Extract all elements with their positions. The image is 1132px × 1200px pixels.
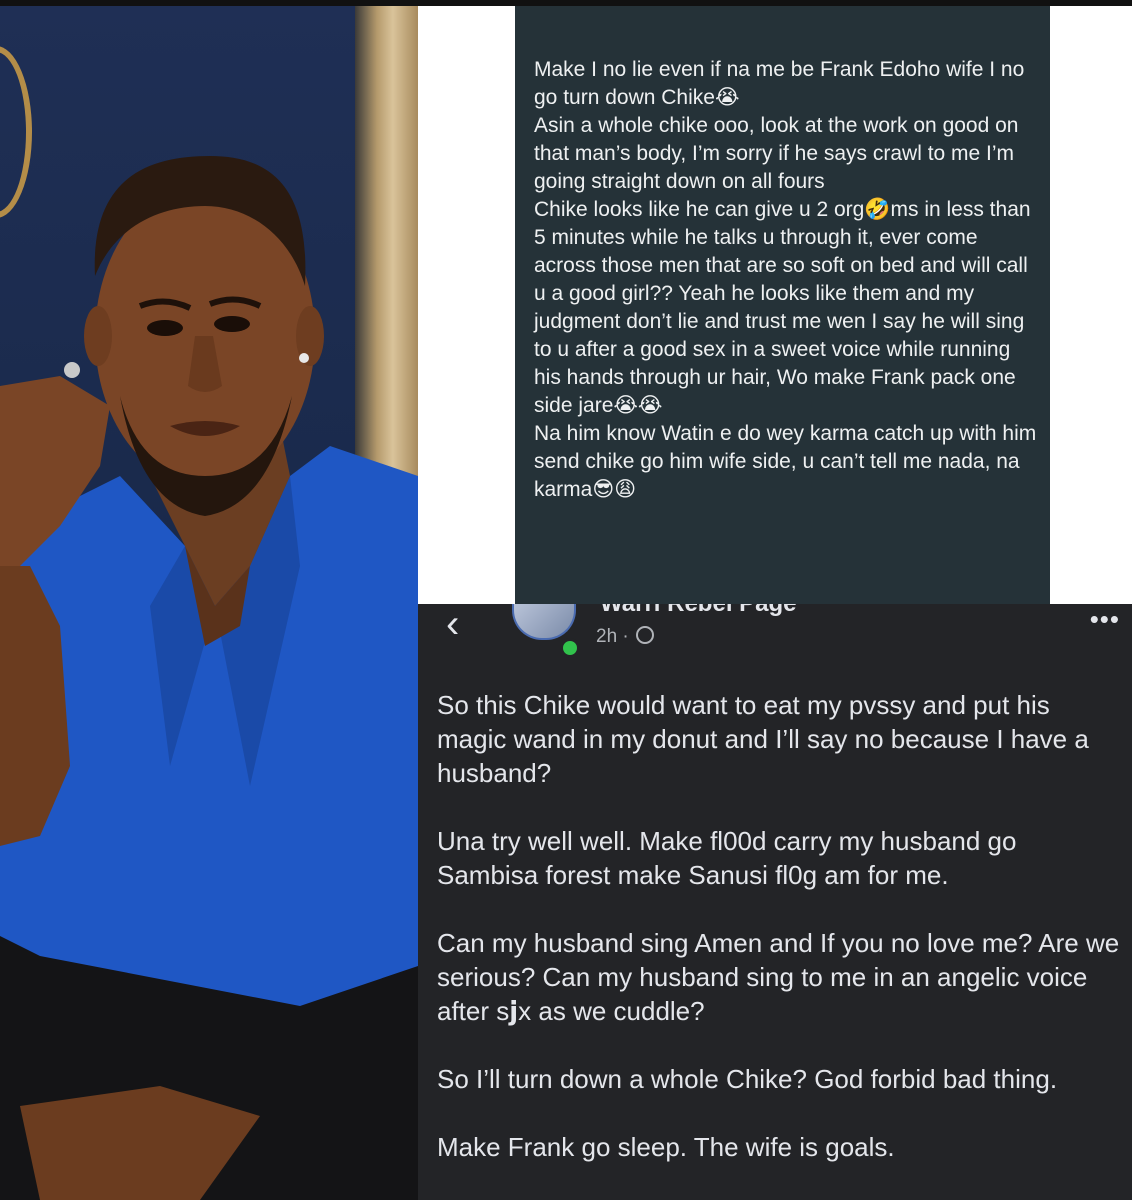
post-body: So this Chike would want to eat my pvssy… [437, 688, 1122, 1198]
post-paragraph: Can my husband sing Amen and If you no l… [437, 928, 1120, 1026]
post-time: 2h · [596, 626, 629, 647]
more-options-button[interactable]: ••• [1090, 604, 1120, 635]
online-status-dot [560, 638, 580, 658]
facebook-post: ‹ Warri Rebel Page 2h · ••• So this Chik… [418, 604, 1132, 1200]
back-button[interactable]: ‹ [446, 604, 459, 644]
avatar[interactable] [512, 604, 576, 640]
chevron-left-icon: ‹ [446, 604, 460, 646]
card-text: Make I no lie even if na me be Frank Edo… [534, 58, 1037, 501]
post-paragraph: So I’ll turn down a whole Chike? God for… [437, 1064, 1058, 1094]
man-portrait-image [0, 156, 418, 1200]
post-meta: 2h · [596, 626, 655, 648]
photo-panel [0, 6, 418, 1200]
post-paragraph: Una try well well. Make fl00d carry my h… [437, 826, 1017, 890]
more-dots-icon: ••• [1089, 604, 1120, 634]
post-paragraph: So this Chike would want to eat my pvssy… [437, 690, 1089, 788]
screenshot-text-card: Make I no lie even if na me be Frank Edo… [515, 6, 1050, 604]
page-name[interactable]: Warri Rebel Page [600, 604, 797, 618]
post-paragraph: Make Frank go sleep. The wife is goals. [437, 1132, 895, 1162]
globe-icon [636, 626, 655, 644]
